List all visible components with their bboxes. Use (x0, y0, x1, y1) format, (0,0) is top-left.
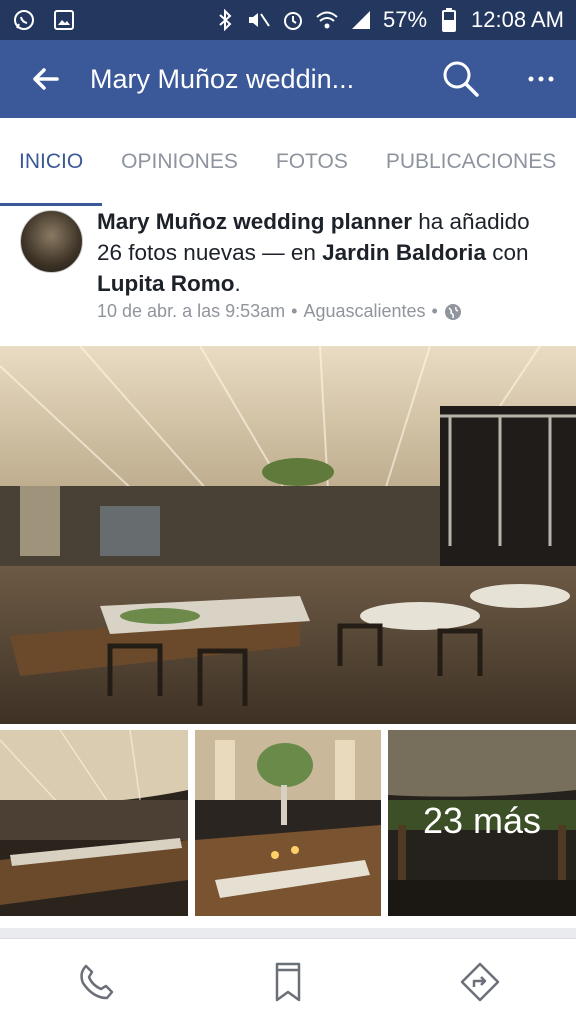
globe-icon (444, 303, 461, 320)
save-button[interactable] (252, 946, 324, 1018)
more-photos-label: 23 más (422, 800, 542, 841)
bookmark-icon (275, 962, 301, 1001)
thumbnail-photo-1[interactable] (0, 730, 188, 916)
search-icon (443, 61, 479, 97)
tab-inicio[interactable]: INICIO (0, 118, 103, 206)
more-options-button[interactable] (506, 40, 576, 118)
wifi-icon (315, 8, 339, 32)
status-bar: 57% 12:08 AM (0, 0, 576, 40)
thumbnail-photo-2[interactable] (195, 730, 381, 916)
back-button[interactable] (0, 40, 90, 118)
tab-fotos[interactable]: FOTOS (257, 118, 367, 206)
post-date[interactable]: 10 de abr. a las 9:53am (97, 301, 285, 322)
battery-percent: 57% (383, 7, 428, 32)
tagged-user-link[interactable]: Lupita Romo (97, 271, 234, 296)
phone-icon (80, 964, 114, 999)
with-text: con (485, 240, 529, 265)
app-bar: Mary Muñoz weddin... (0, 40, 576, 118)
bluetooth-icon (213, 8, 237, 32)
call-button[interactable] (60, 946, 132, 1018)
back-arrow-icon (33, 68, 59, 90)
signal-icon (349, 8, 373, 32)
clock: 12:08 AM (471, 7, 564, 32)
post-header-text: Mary Muñoz wedding planner ha añadido 26… (97, 206, 557, 299)
page-tabs: INICIO OPINIONES FOTOS PUBLICACIONES (0, 118, 576, 206)
search-button[interactable] (416, 40, 506, 118)
directions-icon (460, 962, 500, 1001)
place-link[interactable]: Jardin Baldoria (322, 240, 486, 265)
gallery-icon (52, 8, 76, 32)
tab-opiniones[interactable]: OPINIONES (102, 118, 257, 206)
battery-icon (437, 8, 461, 32)
meta-separator: • (291, 301, 298, 321)
tab-publicaciones[interactable]: PUBLICACIONES (367, 118, 575, 206)
mute-icon (247, 8, 271, 32)
post-location[interactable]: Aguascalientes (303, 301, 425, 322)
action-bar (0, 938, 576, 1024)
photo-thumbnails: 23 más (0, 730, 576, 916)
alarm-icon (281, 8, 305, 32)
post-period: . (234, 271, 241, 296)
author-link[interactable]: Mary Muñoz wedding planner (97, 209, 412, 234)
more-dots-icon (528, 76, 554, 82)
whatsapp-icon (12, 8, 36, 32)
post-meta: 10 de abr. a las 9:53am • Aguascalientes… (97, 301, 462, 322)
avatar[interactable] (20, 210, 83, 273)
page-title: Mary Muñoz weddin... (90, 63, 355, 94)
post-card: Mary Muñoz wedding planner ha añadido 26… (0, 206, 576, 928)
main-photo[interactable] (0, 346, 576, 724)
thumbnail-photo-3[interactable]: 23 más (388, 730, 576, 916)
directions-button[interactable] (444, 946, 516, 1018)
meta-separator-2: • (431, 301, 438, 321)
